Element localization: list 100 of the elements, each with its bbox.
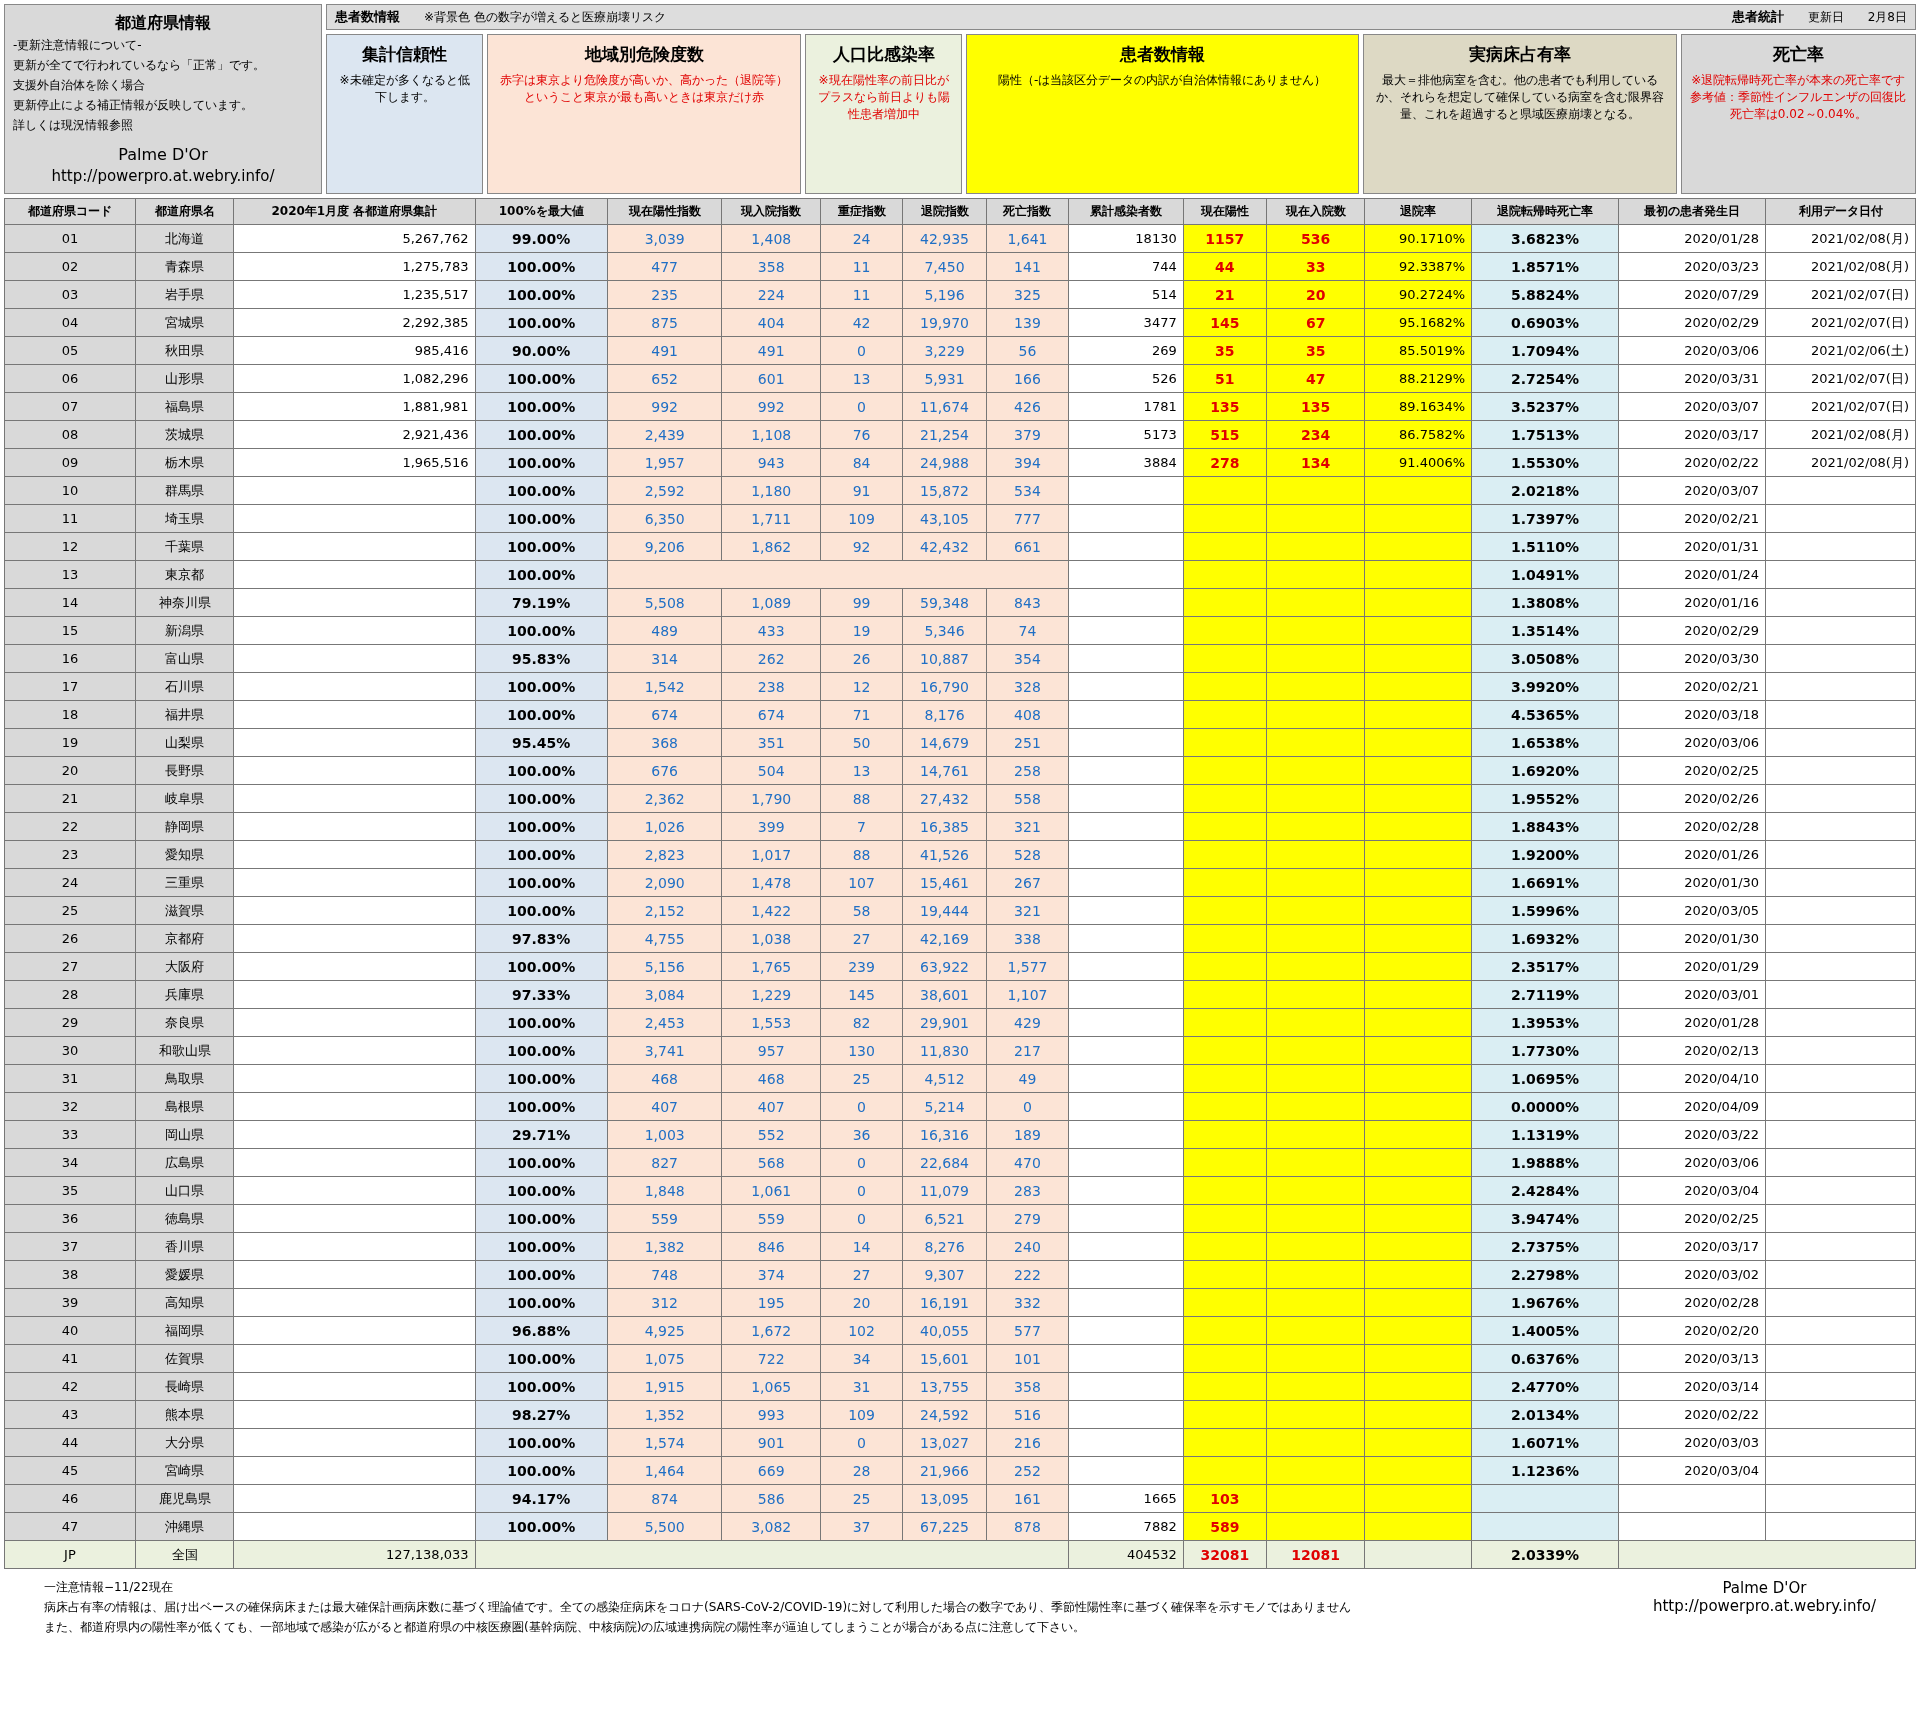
- table-cell: 100.00%: [475, 1148, 608, 1177]
- table-cell: 福井県: [135, 700, 234, 729]
- table-cell: 埼玉県: [135, 504, 234, 533]
- table-cell: 491: [722, 336, 821, 365]
- table-cell: 2,921,436: [233, 420, 476, 449]
- table-cell: 1.6932%: [1471, 924, 1619, 953]
- table-cell: 31: [820, 1372, 903, 1401]
- table-cell: 528: [986, 840, 1069, 869]
- table-cell: 1.5110%: [1471, 532, 1619, 561]
- table-cell: 広島県: [135, 1148, 234, 1177]
- note-text: 詳しくは現況情報参照: [13, 117, 134, 134]
- table-cell: 三重県: [135, 868, 234, 897]
- table-cell: 福島県: [135, 392, 234, 421]
- table-cell: 1,957: [607, 448, 722, 477]
- table-cell: 577: [986, 1316, 1069, 1345]
- section-title: 患者統計: [1731, 8, 1784, 26]
- table-cell: 06: [4, 364, 136, 393]
- column-header: 退院指数: [902, 198, 987, 225]
- table-cell: 130: [820, 1036, 903, 1065]
- table-cell: 1.6538%: [1471, 728, 1619, 757]
- table-cell: 1.1236%: [1471, 1456, 1619, 1485]
- table-cell: 1.0491%: [1471, 560, 1619, 589]
- table-cell: 38: [4, 1260, 136, 1289]
- table-cell: 1.5996%: [1471, 896, 1619, 925]
- table-cell: 100.00%: [475, 756, 608, 785]
- table-cell: 100.00%: [475, 1344, 608, 1373]
- table-cell: 267: [986, 868, 1069, 897]
- table-cell: 100.00%: [475, 280, 608, 309]
- table-cell: 100.00%: [475, 420, 608, 449]
- table-cell: 878: [986, 1512, 1069, 1541]
- note-text: 支援外自治体を除く場合: [13, 77, 146, 94]
- table-cell: 100.00%: [475, 616, 608, 645]
- table-cell: 1.3808%: [1471, 588, 1619, 617]
- update-label: 更新日: [1807, 8, 1844, 26]
- table-cell: 559: [722, 1204, 821, 1233]
- note-text: 更新が全てで行われているなら「正常」です。: [13, 57, 266, 74]
- table-cell: 石川県: [135, 672, 234, 701]
- table-cell: 2020/02/29: [1618, 308, 1766, 337]
- table-cell: 12081: [1266, 1540, 1365, 1569]
- site-link[interactable]: http://powerpro.at.webry.info/: [13, 167, 313, 185]
- column-header: 100%を最大値: [475, 198, 608, 225]
- table-cell: 3.5237%: [1471, 392, 1619, 421]
- table-cell: 11,674: [902, 392, 987, 421]
- table-cell: 1,577: [986, 952, 1069, 981]
- table-cell: 滋賀県: [135, 896, 234, 925]
- table-cell: 2021/02/07(日): [1765, 308, 1916, 337]
- table-cell: 2021/02/07(日): [1765, 280, 1916, 309]
- section-title: 患者数情報: [335, 8, 400, 26]
- table-cell: 29.71%: [475, 1120, 608, 1149]
- table-cell: 100.00%: [475, 896, 608, 925]
- table-cell: 100.00%: [475, 448, 608, 477]
- table-cell: 63,922: [902, 952, 987, 981]
- table-cell: 100.00%: [475, 1428, 608, 1457]
- table-cell: 559: [607, 1204, 722, 1233]
- table-cell: 134: [1266, 448, 1365, 477]
- table-cell: 秋田県: [135, 336, 234, 365]
- table-cell: 49: [986, 1064, 1069, 1093]
- table-cell: 1,017: [722, 840, 821, 869]
- table-cell: 静岡県: [135, 812, 234, 841]
- table-cell: 22,684: [902, 1148, 987, 1177]
- table-cell: 1.3953%: [1471, 1008, 1619, 1037]
- table-cell: 100.00%: [475, 700, 608, 729]
- table-cell: 101: [986, 1344, 1069, 1373]
- table-cell: 3477: [1068, 308, 1184, 337]
- table-cell: 9,307: [902, 1260, 987, 1289]
- table-cell: 4,925: [607, 1316, 722, 1345]
- table-cell: 山口県: [135, 1176, 234, 1205]
- column-header: 利用データ日付: [1765, 198, 1916, 225]
- table-cell: 愛媛県: [135, 1260, 234, 1289]
- table-cell: 2020/03/31: [1618, 364, 1766, 393]
- table-cell: 40,055: [902, 1316, 987, 1345]
- table-cell: 24: [820, 224, 903, 253]
- table-cell: 6,350: [607, 504, 722, 533]
- table-cell: 43: [4, 1400, 136, 1429]
- table-cell: 100.00%: [475, 812, 608, 841]
- table-cell: 01: [4, 224, 136, 253]
- table-cell: 100.00%: [475, 952, 608, 981]
- table-cell: 408: [986, 700, 1069, 729]
- table-cell: 14,761: [902, 756, 987, 785]
- table-cell: 586: [722, 1484, 821, 1513]
- table-cell: 491: [607, 336, 722, 365]
- table-cell: 2020/03/05: [1618, 896, 1766, 925]
- table-cell: 516: [986, 1400, 1069, 1429]
- table-cell: 2020/02/22: [1618, 448, 1766, 477]
- table-cell: 97.83%: [475, 924, 608, 953]
- table-cell: 2020/01/28: [1618, 1008, 1766, 1037]
- table-cell: 14: [4, 588, 136, 617]
- table-cell: 515: [1183, 420, 1267, 449]
- table-cell: 100.00%: [475, 1176, 608, 1205]
- table-cell: 676: [607, 756, 722, 785]
- table-cell: 312: [607, 1288, 722, 1317]
- site-link[interactable]: http://powerpro.at.webry.info/: [1652, 1597, 1876, 1615]
- table-cell: 41,526: [902, 840, 987, 869]
- table-cell: 28: [4, 980, 136, 1009]
- table-cell: 1,790: [722, 784, 821, 813]
- table-cell: 95.45%: [475, 728, 608, 757]
- table-cell: 1.7513%: [1471, 420, 1619, 449]
- table-cell: 3,084: [607, 980, 722, 1009]
- table-cell: 985,416: [233, 336, 476, 365]
- table-cell: 92.3387%: [1364, 252, 1472, 281]
